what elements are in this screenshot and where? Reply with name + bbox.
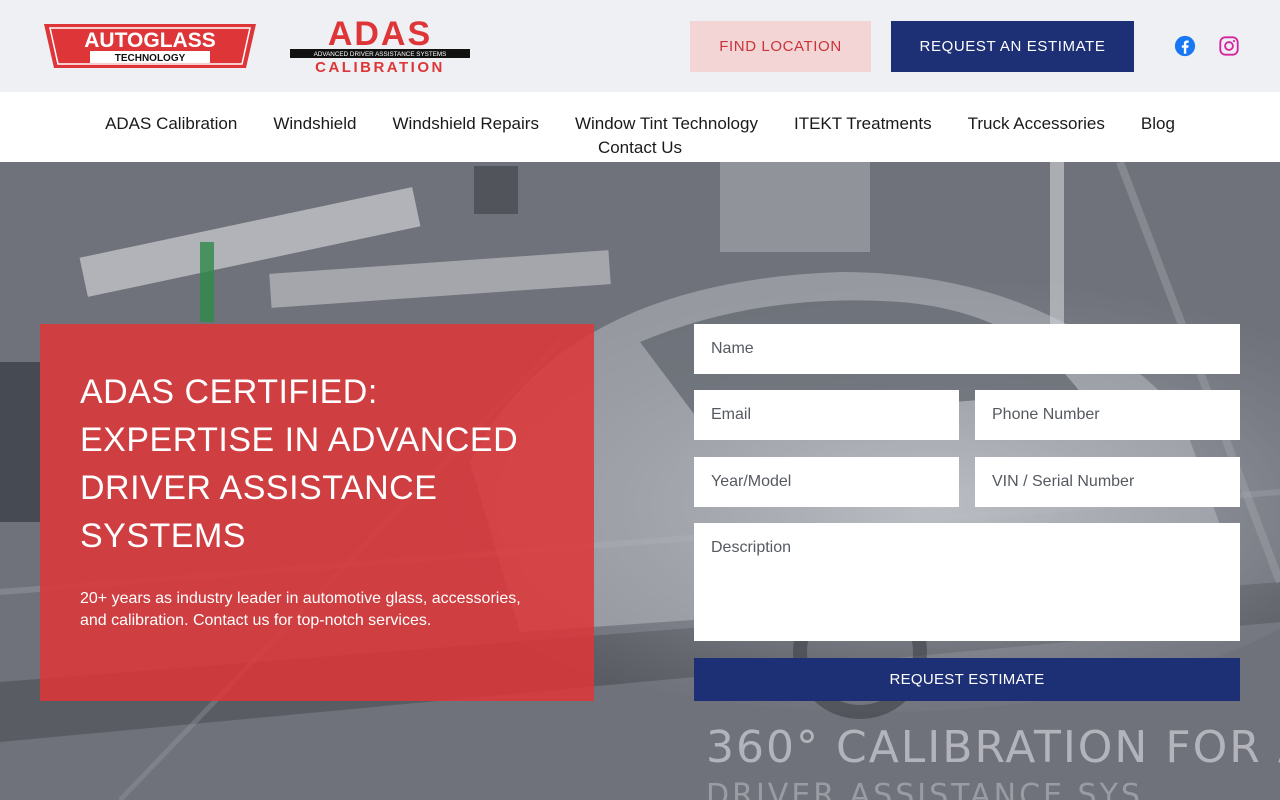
logo-adas-subtitle: ADVANCED DRIVER ASSISTANCE SYSTEMS <box>314 51 447 58</box>
logo-calibration-text: CALIBRATION <box>315 59 445 74</box>
hero-info-panel: ADAS CERTIFIED: EXPERTISE IN ADVANCED DR… <box>40 324 594 701</box>
nav-item-window-tint-technology[interactable]: Window Tint Technology <box>575 114 758 134</box>
phone-number-input[interactable] <box>975 390 1240 440</box>
nav-item-truck-accessories[interactable]: Truck Accessories <box>968 114 1105 134</box>
instagram-icon[interactable] <box>1218 35 1240 57</box>
nav-item-windshield-repairs[interactable]: Windshield Repairs <box>393 114 539 134</box>
nav-row-secondary: Contact Us <box>0 138 1280 158</box>
nav-item-contact-us[interactable]: Contact Us <box>598 138 682 158</box>
estimate-form: REQUEST ESTIMATE <box>694 324 1240 701</box>
logo-adas-text: ADAS <box>328 18 432 53</box>
description-textarea[interactable] <box>694 523 1240 641</box>
find-location-button[interactable]: FIND LOCATION <box>690 21 871 72</box>
year-model-input[interactable] <box>694 457 959 507</box>
nav-item-itekt-treatments[interactable]: ITEKT Treatments <box>794 114 932 134</box>
vin-serial-number-input[interactable] <box>975 457 1240 507</box>
request-an-estimate-button[interactable]: REQUEST AN ESTIMATE <box>891 21 1134 72</box>
email-input[interactable] <box>694 390 959 440</box>
nav-row-primary: ADAS Calibration Windshield Windshield Rep… <box>0 114 1280 134</box>
logo-autoglass-text: AUTOGLASS <box>84 29 215 52</box>
logo-technology-text: TECHNOLOGY <box>115 53 186 64</box>
adas-calibration-logo[interactable]: ADAS ADVANCED DRIVER ASSISTANCE SYSTEMS … <box>290 18 470 74</box>
request-estimate-submit-button[interactable]: REQUEST ESTIMATE <box>694 658 1240 701</box>
background-banner-text: 360° CALIBRATION FOR A <box>706 722 1280 773</box>
main-navigation: ADAS Calibration Windshield Windshield Rep… <box>0 92 1280 162</box>
hero-title: ADAS CERTIFIED: EXPERTISE IN ADVANCED DR… <box>80 373 519 555</box>
nav-item-adas-calibration[interactable]: ADAS Calibration <box>105 114 237 134</box>
name-input[interactable] <box>694 324 1240 374</box>
nav-item-blog[interactable]: Blog <box>1141 114 1175 134</box>
hero-description: 20+ years as industry leader in automoti… <box>80 590 521 629</box>
facebook-icon[interactable] <box>1174 35 1196 57</box>
top-header: AUTOGLASS TECHNOLOGY ADAS ADVANCED DRIVE… <box>0 0 1280 92</box>
autoglass-technology-logo[interactable]: AUTOGLASS TECHNOLOGY <box>40 20 260 72</box>
background-banner-text-secondary: DRIVER ASSISTANCE SYS <box>706 778 1143 800</box>
nav-item-windshield[interactable]: Windshield <box>273 114 356 134</box>
